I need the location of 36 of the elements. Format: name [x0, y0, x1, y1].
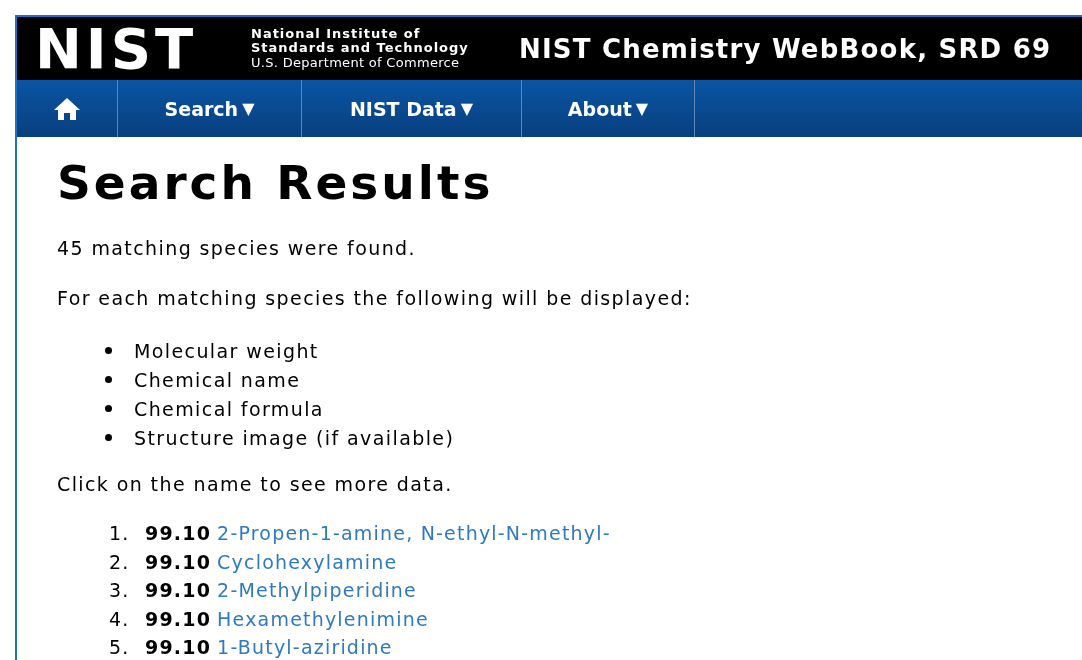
page-title: Search Results: [57, 155, 495, 210]
list-item: Molecular weight: [134, 339, 319, 362]
species-link[interactable]: 2-Propen-1-amine, N-ethyl-N-methyl-: [217, 522, 611, 544]
result-number: 3.: [109, 579, 131, 601]
department-name: U.S. Department of Commerce: [251, 55, 461, 70]
result-number: 5.: [109, 636, 131, 658]
list-item: Chemical formula: [134, 397, 324, 420]
hint-text: Click on the name to see more data.: [57, 472, 454, 496]
molecular-weight: 99.10: [145, 607, 212, 630]
bullet-icon: [105, 434, 112, 441]
intro-text: For each matching species the following will be displayed:: [57, 286, 693, 310]
result-number: 4.: [109, 607, 131, 630]
molecular-weight: 99.10: [145, 522, 212, 544]
list-item: Chemical name: [134, 368, 301, 391]
species-link[interactable]: Cyclohexylamine: [217, 550, 398, 573]
list-item: Structure image (if available): [134, 426, 455, 449]
species-link[interactable]: Hexamethylenimine: [217, 607, 429, 630]
bullet-icon: [105, 347, 112, 354]
bullet-icon: [105, 376, 112, 383]
bullet-icon: [105, 405, 112, 412]
nav-menu[interactable]: Search ▼: [118, 80, 302, 137]
result-number: 2.: [109, 550, 131, 573]
site-title: NIST Chemistry WebBook, SRD 69: [519, 33, 1052, 64]
summary-text: 45 matching species were found.: [57, 236, 417, 260]
molecular-weight: 99.10: [145, 636, 212, 658]
molecular-weight: 99.10: [145, 550, 212, 573]
species-link[interactable]: 1-Butyl-aziridine: [217, 636, 393, 658]
agency-name: Standards and Technology: [251, 41, 470, 55]
result-number: 1.: [109, 522, 131, 544]
species-link[interactable]: 2-Methylpiperidine: [217, 579, 417, 601]
logo: NIST: [35, 20, 199, 77]
home-icon: [53, 96, 81, 121]
nav-menu[interactable]: About ▼: [522, 80, 695, 137]
molecular-weight: 99.10: [145, 579, 212, 601]
agency-name: National Institute of: [251, 27, 422, 41]
nav-menu[interactable]: NIST Data ▼: [302, 80, 522, 137]
